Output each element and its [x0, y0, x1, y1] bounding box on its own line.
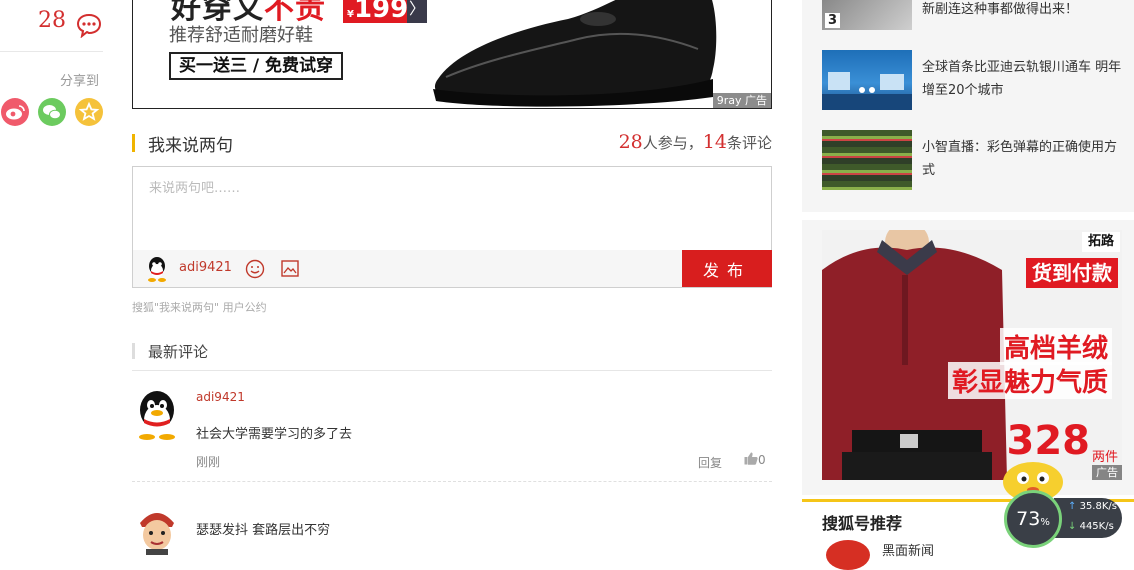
memory-usage-circle[interactable]: 73%: [1004, 490, 1062, 548]
upload-value: 35.8: [1079, 501, 1102, 512]
ad2-line2: 彰显魅力气质: [947, 362, 1112, 399]
ad-promo: 买一送三 / 免费试穿: [169, 52, 344, 80]
download-arrow-icon: ↓: [1068, 521, 1077, 532]
news-thumbnail[interactable]: 3: [822, 0, 912, 30]
comment-section-title: 我来说两句: [148, 136, 233, 156]
comment-bubble-icon[interactable]: [76, 12, 102, 38]
ad-tag: 9ray 广告: [712, 93, 771, 108]
qq-avatar-icon[interactable]: [145, 256, 169, 282]
usage-percent-sign: %: [1040, 517, 1050, 528]
participants-count: 28: [618, 131, 643, 153]
download-speed: ↓ 445K/s: [1068, 521, 1114, 532]
qq-penguin-avatar[interactable]: [134, 390, 180, 440]
reply-button[interactable]: 回复: [698, 454, 722, 471]
upload-unit: K/s: [1101, 501, 1117, 512]
ad-subtitle: 推荐舒适耐磨好鞋: [169, 25, 313, 46]
comments-label: 条评论: [726, 134, 772, 152]
ad-price-symbol: ¥: [347, 9, 354, 20]
share-label: 分享到: [60, 74, 100, 89]
ad-arrow-icon[interactable]: 〉: [407, 0, 427, 23]
shoe-image: [433, 0, 717, 107]
wechat-share-icon[interactable]: [38, 98, 66, 126]
ad2-cod: 货到付款: [1026, 258, 1118, 288]
weibo-share-icon[interactable]: [1, 98, 29, 126]
comment-text: 社会大学需要学习的多了去: [196, 427, 353, 442]
latest-marker: [132, 343, 135, 359]
like-button[interactable]: 0: [744, 452, 766, 467]
news-link[interactable]: 全球首条比亚迪云轨银川通车 明年增至20个城市: [922, 56, 1122, 102]
user-agreement-link[interactable]: 搜狐"我来说两句" 用户公约: [132, 299, 267, 315]
speed-panel: ↑ 35.8K/s ↓ 445K/s: [1054, 498, 1122, 538]
download-value: 445: [1079, 521, 1099, 532]
comment-username[interactable]: adi9421: [196, 390, 245, 404]
comment-input[interactable]: [133, 167, 785, 247]
news-image: [822, 72, 912, 110]
thumb-badge: 3: [825, 13, 841, 28]
ad2-brand: 拓路: [1081, 232, 1120, 252]
like-count: 0: [758, 453, 766, 467]
comment-toolbar: adi9421 发布: [133, 250, 772, 287]
news-thumbnail[interactable]: [822, 50, 912, 110]
upload-arrow-icon: ↑: [1068, 501, 1077, 512]
ad2-unit: 两件: [1091, 450, 1118, 465]
ad-tag: 广告: [1092, 465, 1122, 480]
usage-percent: 73: [1016, 508, 1041, 530]
comment-time: 刚刚: [196, 455, 221, 469]
network-speed-widget[interactable]: ↑ 35.8K/s ↓ 445K/s 73%: [1004, 490, 1122, 548]
favorite-star-icon[interactable]: [75, 98, 103, 126]
participants-label: 人参与，: [642, 134, 703, 152]
sohu-recommend-title: 搜狐号推荐: [822, 514, 903, 533]
sohu-account-avatar[interactable]: [826, 540, 870, 570]
sweater-ad[interactable]: 拓路 货到付款 高档羊绒 彰显魅力气质 328 两件 广告: [822, 230, 1122, 480]
upload-speed: ↑ 35.8K/s: [1068, 501, 1117, 512]
thumb-up-icon: [744, 452, 758, 465]
ad-price-value: 199: [353, 0, 409, 24]
ad-partner: 9ray: [716, 94, 742, 107]
comment-separator: [132, 481, 772, 482]
comment-count[interactable]: 28: [38, 8, 66, 33]
news-link[interactable]: 小智直播：彩色弹幕的正确使用方式: [922, 136, 1122, 182]
ad-price: ¥199: [343, 0, 411, 23]
download-unit: K/s: [1098, 521, 1114, 532]
section-marker: [132, 134, 135, 152]
left-divider: [0, 51, 103, 52]
current-username[interactable]: adi9421: [179, 260, 232, 275]
comment-box: adi9421 发布: [132, 166, 785, 288]
comments-count: 14: [702, 131, 727, 153]
latest-divider: [132, 370, 772, 371]
emoji-icon[interactable]: [245, 259, 265, 279]
latest-comments-title: 最新评论: [148, 343, 209, 361]
news-thumbnail[interactable]: [822, 130, 912, 190]
ad-tag-label: 广告: [745, 94, 767, 107]
comment-text: 瑟瑟发抖 套路层出不穷: [196, 523, 331, 538]
sohu-account-name[interactable]: 黑面新闻: [882, 540, 934, 559]
image-upload-icon[interactable]: [281, 260, 299, 277]
news-link[interactable]: 新剧连这种事都做得出来！: [922, 0, 1122, 21]
comment-stats: 28人参与，14条评论: [619, 131, 772, 153]
publish-button[interactable]: 发布: [682, 250, 772, 287]
shoe-ad-banner[interactable]: 好穿又不贵 ¥199 〉 推荐舒适耐磨好鞋 买一送三 / 免费试穿 9ray 广…: [132, 0, 772, 109]
ad2-line1: 高档羊绒: [999, 328, 1112, 365]
